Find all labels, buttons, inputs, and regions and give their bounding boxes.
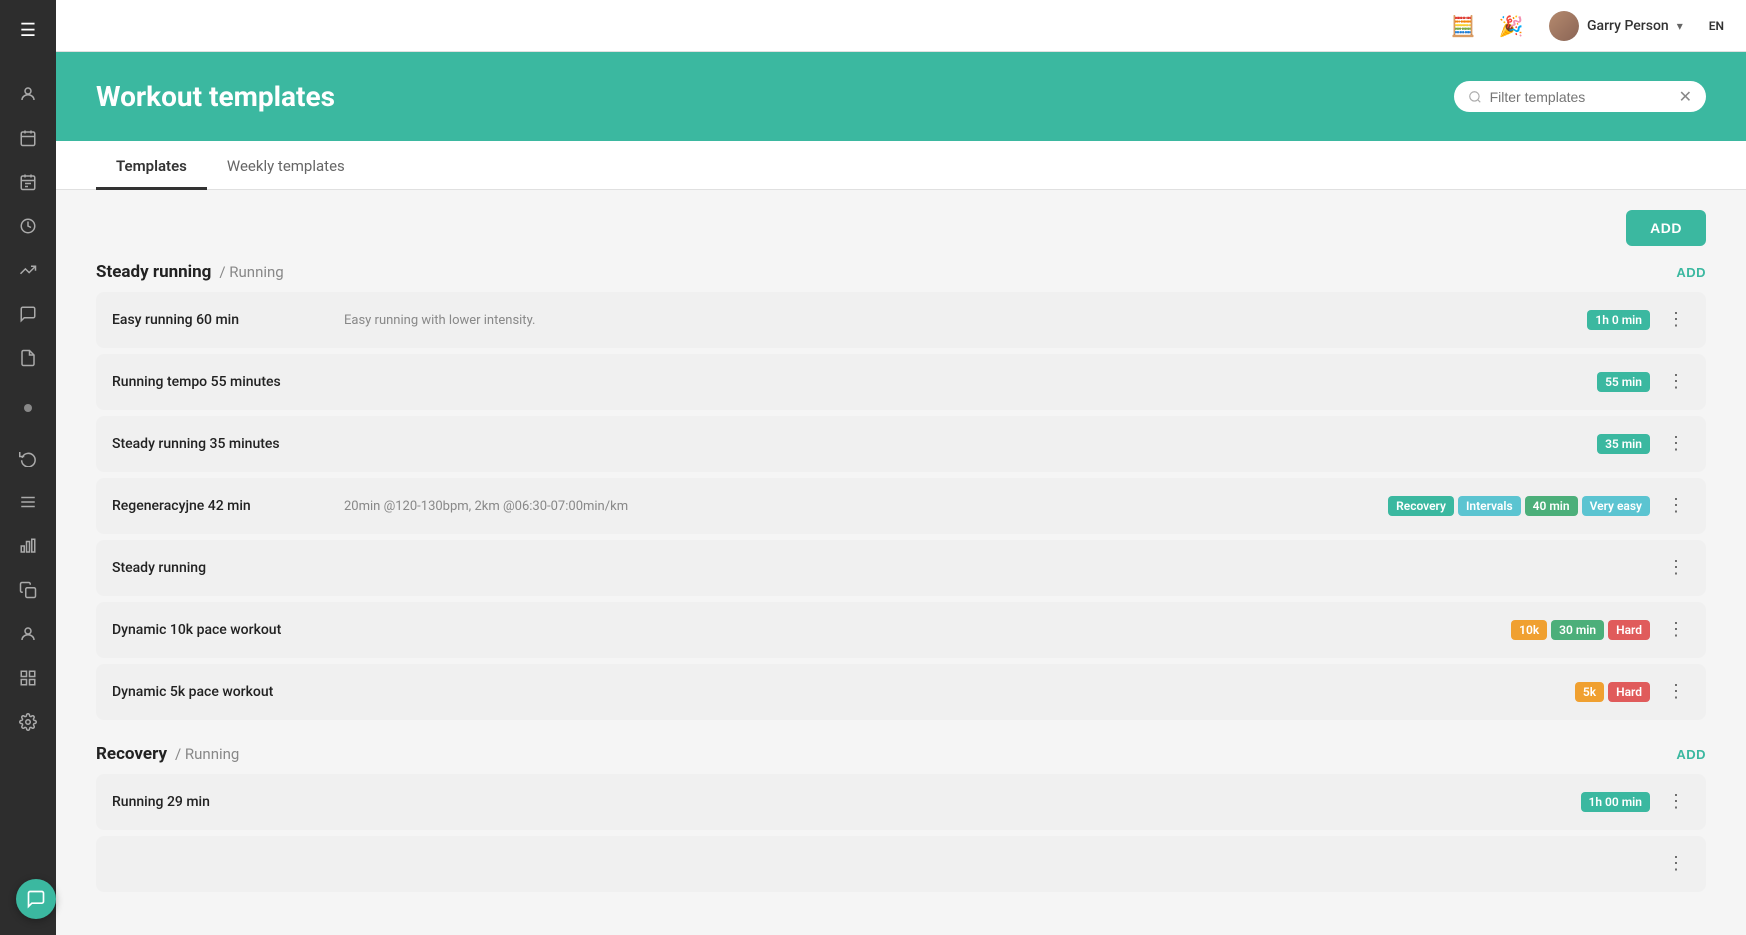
tag-hard: Hard xyxy=(1608,620,1650,640)
user-menu[interactable]: Garry Person ▾ xyxy=(1541,7,1691,45)
template-tags: 1h 00 min xyxy=(1581,792,1650,812)
more-options-button[interactable]: ⋮ xyxy=(1662,850,1690,878)
tag-distance: 5k xyxy=(1575,682,1604,702)
more-options-button[interactable]: ⋮ xyxy=(1662,306,1690,334)
calendar-icon[interactable] xyxy=(10,120,46,156)
refresh-icon[interactable] xyxy=(10,440,46,476)
search-icon xyxy=(1468,90,1482,104)
template-row[interactable]: Dynamic 5k pace workout 5k Hard ⋮ xyxy=(96,664,1706,720)
template-row[interactable]: Easy running 60 min Easy running with lo… xyxy=(96,292,1706,348)
chevron-down-icon: ▾ xyxy=(1677,19,1683,33)
template-tags: 10k 30 min Hard xyxy=(1511,620,1650,640)
tag-hard: Hard xyxy=(1608,682,1650,702)
section-recovery: Recovery / Running ADD Running 29 min 1h… xyxy=(96,744,1706,892)
avatar xyxy=(1549,11,1579,41)
chat-bubble-button[interactable] xyxy=(16,879,56,919)
language-selector[interactable]: EN xyxy=(1703,17,1730,35)
topnav: 🧮 🎉 Garry Person ▾ EN xyxy=(56,0,1746,52)
section-header-steady-running: Steady running / Running ADD xyxy=(96,262,1706,282)
template-tags: 1h 0 min xyxy=(1587,310,1650,330)
analytics-icon[interactable] xyxy=(10,208,46,244)
user-name: Garry Person xyxy=(1587,18,1669,34)
grid-icon[interactable] xyxy=(10,660,46,696)
menu-icon[interactable]: ☰ xyxy=(10,12,46,48)
template-row[interactable]: Regeneracyjne 42 min 20min @120-130bpm, … xyxy=(96,478,1706,534)
bar-chart-icon[interactable] xyxy=(10,528,46,564)
section-steady-running: Steady running / Running ADD Easy runnin… xyxy=(96,262,1706,720)
page-title: Workout templates xyxy=(96,80,335,113)
template-tags: 35 min xyxy=(1597,434,1650,454)
top-add-row: ADD xyxy=(96,210,1706,246)
section-title-recovery: Recovery / Running xyxy=(96,744,239,764)
more-options-button[interactable]: ⋮ xyxy=(1662,554,1690,582)
template-row[interactable]: ⋮ xyxy=(96,836,1706,892)
filter-clear-icon[interactable]: ✕ xyxy=(1679,87,1692,106)
section-title-steady-running: Steady running / Running xyxy=(96,262,284,282)
section-header-recovery: Recovery / Running ADD xyxy=(96,744,1706,764)
settings-icon[interactable] xyxy=(10,704,46,740)
more-options-button[interactable]: ⋮ xyxy=(1662,368,1690,396)
more-options-button[interactable]: ⋮ xyxy=(1662,788,1690,816)
list-icon[interactable] xyxy=(10,164,46,200)
lines-icon[interactable] xyxy=(10,484,46,520)
template-row[interactable]: Dynamic 10k pace workout 10k 30 min Hard… xyxy=(96,602,1706,658)
sidebar: ☰ xyxy=(0,0,56,935)
template-row[interactable]: Steady running 35 minutes 35 min ⋮ xyxy=(96,416,1706,472)
tag-intervals: Intervals xyxy=(1458,496,1521,516)
add-section-recovery-button[interactable]: ADD xyxy=(1676,747,1706,762)
chat-icon[interactable] xyxy=(10,296,46,332)
add-template-button[interactable]: ADD xyxy=(1626,210,1706,246)
tag: 1h 0 min xyxy=(1587,310,1650,330)
filter-box: ✕ xyxy=(1454,81,1706,112)
add-section-steady-running-button[interactable]: ADD xyxy=(1676,265,1706,280)
template-tags: 55 min xyxy=(1597,372,1650,392)
more-options-button[interactable]: ⋮ xyxy=(1662,678,1690,706)
copy-icon[interactable] xyxy=(10,572,46,608)
more-options-button[interactable]: ⋮ xyxy=(1662,492,1690,520)
more-options-button[interactable]: ⋮ xyxy=(1662,430,1690,458)
filter-input[interactable] xyxy=(1490,89,1671,105)
tag-time: 40 min xyxy=(1525,496,1578,516)
tag-distance: 10k xyxy=(1511,620,1547,640)
person-icon[interactable] xyxy=(10,616,46,652)
document-icon[interactable] xyxy=(10,340,46,376)
tag-time: 1h 00 min xyxy=(1581,792,1650,812)
tag-recovery: Recovery xyxy=(1388,496,1454,516)
template-row[interactable]: Running 29 min 1h 00 min ⋮ xyxy=(96,774,1706,830)
tag: 35 min xyxy=(1597,434,1650,454)
trend-icon[interactable] xyxy=(10,252,46,288)
header-banner: Workout templates ✕ xyxy=(56,52,1746,141)
tag: 55 min xyxy=(1597,372,1650,392)
tab-weekly-templates[interactable]: Weekly templates xyxy=(207,141,365,190)
tag-easy: Very easy xyxy=(1582,496,1650,516)
template-row[interactable]: Steady running ⋮ xyxy=(96,540,1706,596)
template-row[interactable]: Running tempo 55 minutes 55 min ⋮ xyxy=(96,354,1706,410)
template-tags: Recovery Intervals 40 min Very easy xyxy=(1388,496,1650,516)
main-content: 🧮 🎉 Garry Person ▾ EN Workout templates … xyxy=(56,0,1746,935)
content-area: ADD Steady running / Running ADD Easy ru… xyxy=(56,190,1746,935)
celebration-icon[interactable]: 🎉 xyxy=(1493,8,1529,44)
tabs: Templates Weekly templates xyxy=(56,141,1746,190)
divider-dot xyxy=(24,404,32,412)
users-icon[interactable] xyxy=(10,76,46,112)
tag-time: 30 min xyxy=(1551,620,1604,640)
calculator-icon[interactable]: 🧮 xyxy=(1445,8,1481,44)
more-options-button[interactable]: ⋮ xyxy=(1662,616,1690,644)
template-tags: 5k Hard xyxy=(1575,682,1650,702)
tab-templates[interactable]: Templates xyxy=(96,141,207,190)
